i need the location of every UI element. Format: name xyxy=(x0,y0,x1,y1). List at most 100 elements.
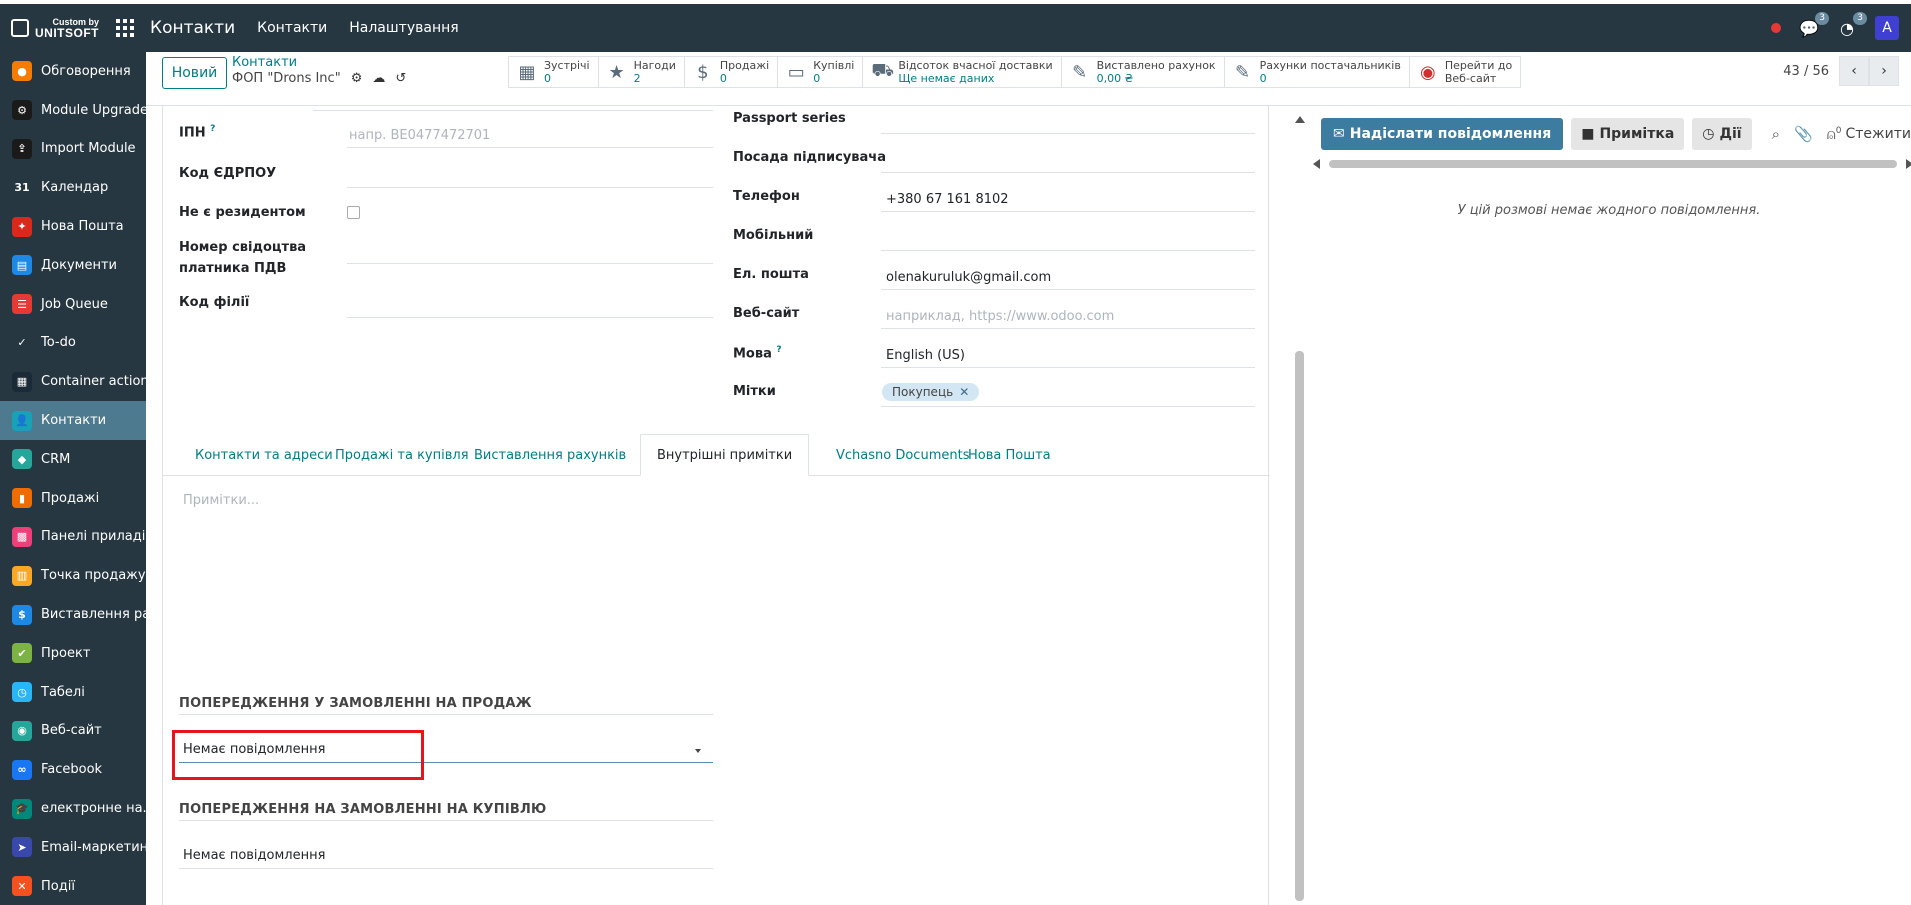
tab[interactable]: Нова Пошта xyxy=(952,434,1067,476)
send-message-button[interactable]: ✉ Надіслати повідомлення xyxy=(1321,118,1564,150)
sidebar-item[interactable]: ◷ Табелі xyxy=(0,673,146,712)
logo-line2: UNITSOFT xyxy=(35,25,99,40)
website-label: Веб-сайт xyxy=(733,306,800,321)
user-avatar[interactable]: A xyxy=(1875,16,1899,40)
tags-input[interactable] xyxy=(881,406,1255,407)
scroll-up-icon[interactable] xyxy=(1295,116,1305,123)
sidebar-item[interactable]: ▮ Продажі xyxy=(0,479,146,518)
module-upgrade-icon: ⚙ xyxy=(12,100,32,121)
pencil-square-icon: ✎ xyxy=(1072,61,1088,83)
sidebar-item-label: Табелі xyxy=(41,684,85,700)
vat-cert-input[interactable] xyxy=(347,263,713,264)
app-brand[interactable]: Контакти xyxy=(150,18,235,38)
followers-icon[interactable]: ⍝0 xyxy=(1827,125,1842,143)
signer-input[interactable] xyxy=(881,172,1255,173)
passport-input[interactable] xyxy=(881,133,1255,134)
sidebar-item[interactable]: ⇪ Import Module xyxy=(0,130,146,169)
smart-button[interactable]: ▭ Купівлі 0 xyxy=(778,56,864,88)
scroll-left-icon[interactable] xyxy=(1313,159,1320,169)
sidebar-item-label: Container actions xyxy=(41,374,146,390)
purchase-warning-select[interactable]: Немає повідомлення xyxy=(183,848,325,863)
pager-previous-button[interactable]: ‹ xyxy=(1839,56,1869,86)
tag-remove-icon[interactable]: ✕ xyxy=(959,385,969,399)
sidebar-item[interactable]: ▩ Панелі приладів xyxy=(0,518,146,557)
scroll-thumb[interactable] xyxy=(1295,351,1304,901)
nonresident-checkbox[interactable] xyxy=(347,206,360,219)
activity-clock-icon[interactable]: ◔ 3 xyxy=(1837,12,1867,38)
sales-icon: ▮ xyxy=(12,488,32,509)
smart-button[interactable]: ⛟ Відсоток вчасної доставки Ще немає даних xyxy=(863,56,1062,88)
language-help-icon[interactable]: ? xyxy=(776,345,781,355)
sidebar-item[interactable]: 👤 Контакти xyxy=(0,401,146,440)
scroll-right-icon[interactable] xyxy=(1906,159,1911,169)
new-button[interactable]: Новий xyxy=(162,57,227,89)
sidebar-item[interactable]: ➤ Email-маркетинг xyxy=(0,828,146,867)
tab[interactable]: Виставлення рахунків xyxy=(458,434,642,476)
paperclip-icon[interactable]: 📎 xyxy=(1794,125,1813,143)
menu-contacts[interactable]: Контакти xyxy=(257,20,327,36)
sidebar-item[interactable]: ∞ Facebook xyxy=(0,750,146,789)
pencil-square-icon: ✎ xyxy=(1235,61,1251,83)
breadcrumb-parent[interactable]: Контакти xyxy=(232,55,406,70)
sidebar-item[interactable]: ▤ Документи xyxy=(0,246,146,285)
sidebar-item[interactable]: ▦ Container actions xyxy=(0,362,146,401)
sidebar-item[interactable]: 31 Календар xyxy=(0,168,146,207)
sidebar-item[interactable]: ✕ Події xyxy=(0,867,146,905)
smart-button-value: Веб-сайт xyxy=(1444,72,1497,85)
sidebar-item[interactable]: ◆ CRM xyxy=(0,440,146,479)
sale-warning-caret-icon[interactable] xyxy=(695,749,701,753)
sidebar-item[interactable]: ✓ To-do xyxy=(0,324,146,363)
sidebar-item-label: Facebook xyxy=(41,762,103,778)
sidebar-item[interactable]: ▥ Точка продажу xyxy=(0,556,146,595)
apps-grid-icon[interactable] xyxy=(116,19,134,37)
email-input[interactable]: olenakuruluk@gmail.com xyxy=(886,270,1051,285)
tab[interactable]: Внутрішні примітки xyxy=(640,434,810,476)
control-panel: Новий Контакти ФОП "Drons Inc" ⚙ ☁ ↺ ▦ Зу… xyxy=(146,52,1911,106)
mobile-input[interactable] xyxy=(881,250,1255,251)
follow-button[interactable]: Стежити xyxy=(1845,126,1911,142)
sidebar-item-label: Панелі приладів xyxy=(41,529,146,545)
cloud-save-icon[interactable]: ☁ xyxy=(372,71,385,86)
pager-value[interactable]: 43 / 56 xyxy=(1783,64,1829,79)
sidebar-item[interactable]: ☰ Job Queue xyxy=(0,285,146,324)
sidebar-item[interactable]: ● Обговорення xyxy=(0,52,146,91)
log-note-button[interactable]: ■ Примітка xyxy=(1571,118,1685,150)
notes-editor[interactable]: Примітки... xyxy=(183,493,259,508)
sidebar-item[interactable]: ⚙ Module Upgrade xyxy=(0,91,146,130)
menu-settings[interactable]: Налаштування xyxy=(349,20,458,36)
smart-button[interactable]: ✎ Виставлено рахунок 0,00 ₴ xyxy=(1061,56,1225,88)
gear-icon[interactable]: ⚙ xyxy=(351,71,363,86)
search-icon[interactable]: ⌕ xyxy=(1772,125,1780,143)
sidebar-item-label: Контакти xyxy=(41,413,107,429)
website-input[interactable]: наприклад, https://www.odoo.com xyxy=(886,309,1114,324)
chatter-hscroll-thumb[interactable] xyxy=(1329,160,1897,168)
import-module-icon: ⇪ xyxy=(12,138,32,159)
sidebar-item[interactable]: $ Виставлення ра... xyxy=(0,595,146,634)
chatter-panel: ✉ Надіслати повідомлення ■ Примітка ◷ Дії ⌕… xyxy=(1307,106,1911,905)
chat-icon[interactable]: 💬 3 xyxy=(1799,12,1829,38)
discard-icon[interactable]: ↺ xyxy=(395,71,406,86)
smart-button[interactable]: ★ Нагоди 2 xyxy=(598,56,685,88)
phone-input[interactable]: +380 67 161 8102 xyxy=(886,192,1009,207)
pager-next-button[interactable]: › xyxy=(1869,56,1899,86)
language-label: Мова ? xyxy=(733,345,782,362)
smart-button[interactable]: $ Продажі 0 xyxy=(684,56,779,88)
smart-button[interactable]: ✎ Рахунки постачальників 0 xyxy=(1224,56,1410,88)
ipn-help-icon[interactable]: ? xyxy=(210,124,215,134)
logo[interactable]: Custom by UNITSOFT xyxy=(0,4,110,52)
edrpou-input[interactable] xyxy=(347,187,713,188)
tags-label: Мітки xyxy=(733,384,776,399)
sidebar-item[interactable]: 🎓 електронне на... xyxy=(0,789,146,828)
sidebar-item[interactable]: ✔ Проект xyxy=(0,634,146,673)
smart-button[interactable]: ▦ Зустрічі 0 xyxy=(508,56,599,88)
recording-indicator-icon[interactable] xyxy=(1771,23,1781,33)
activities-button[interactable]: ◷ Дії xyxy=(1692,118,1752,150)
sidebar-item[interactable]: ◉ Веб-сайт xyxy=(0,712,146,751)
ipn-input[interactable]: напр. BE0477472701 xyxy=(349,128,490,143)
language-select[interactable]: English (US) xyxy=(886,348,965,363)
sidebar-item[interactable]: ✦ Нова Пошта xyxy=(0,207,146,246)
smart-button[interactable]: ◉ Перейти до Веб-сайт xyxy=(1409,56,1522,88)
branch-input[interactable] xyxy=(347,317,713,318)
form-scrollbar[interactable] xyxy=(1293,106,1307,905)
empty-conversation-message: У цій розмові немає жодного повідомлення… xyxy=(1457,203,1761,218)
